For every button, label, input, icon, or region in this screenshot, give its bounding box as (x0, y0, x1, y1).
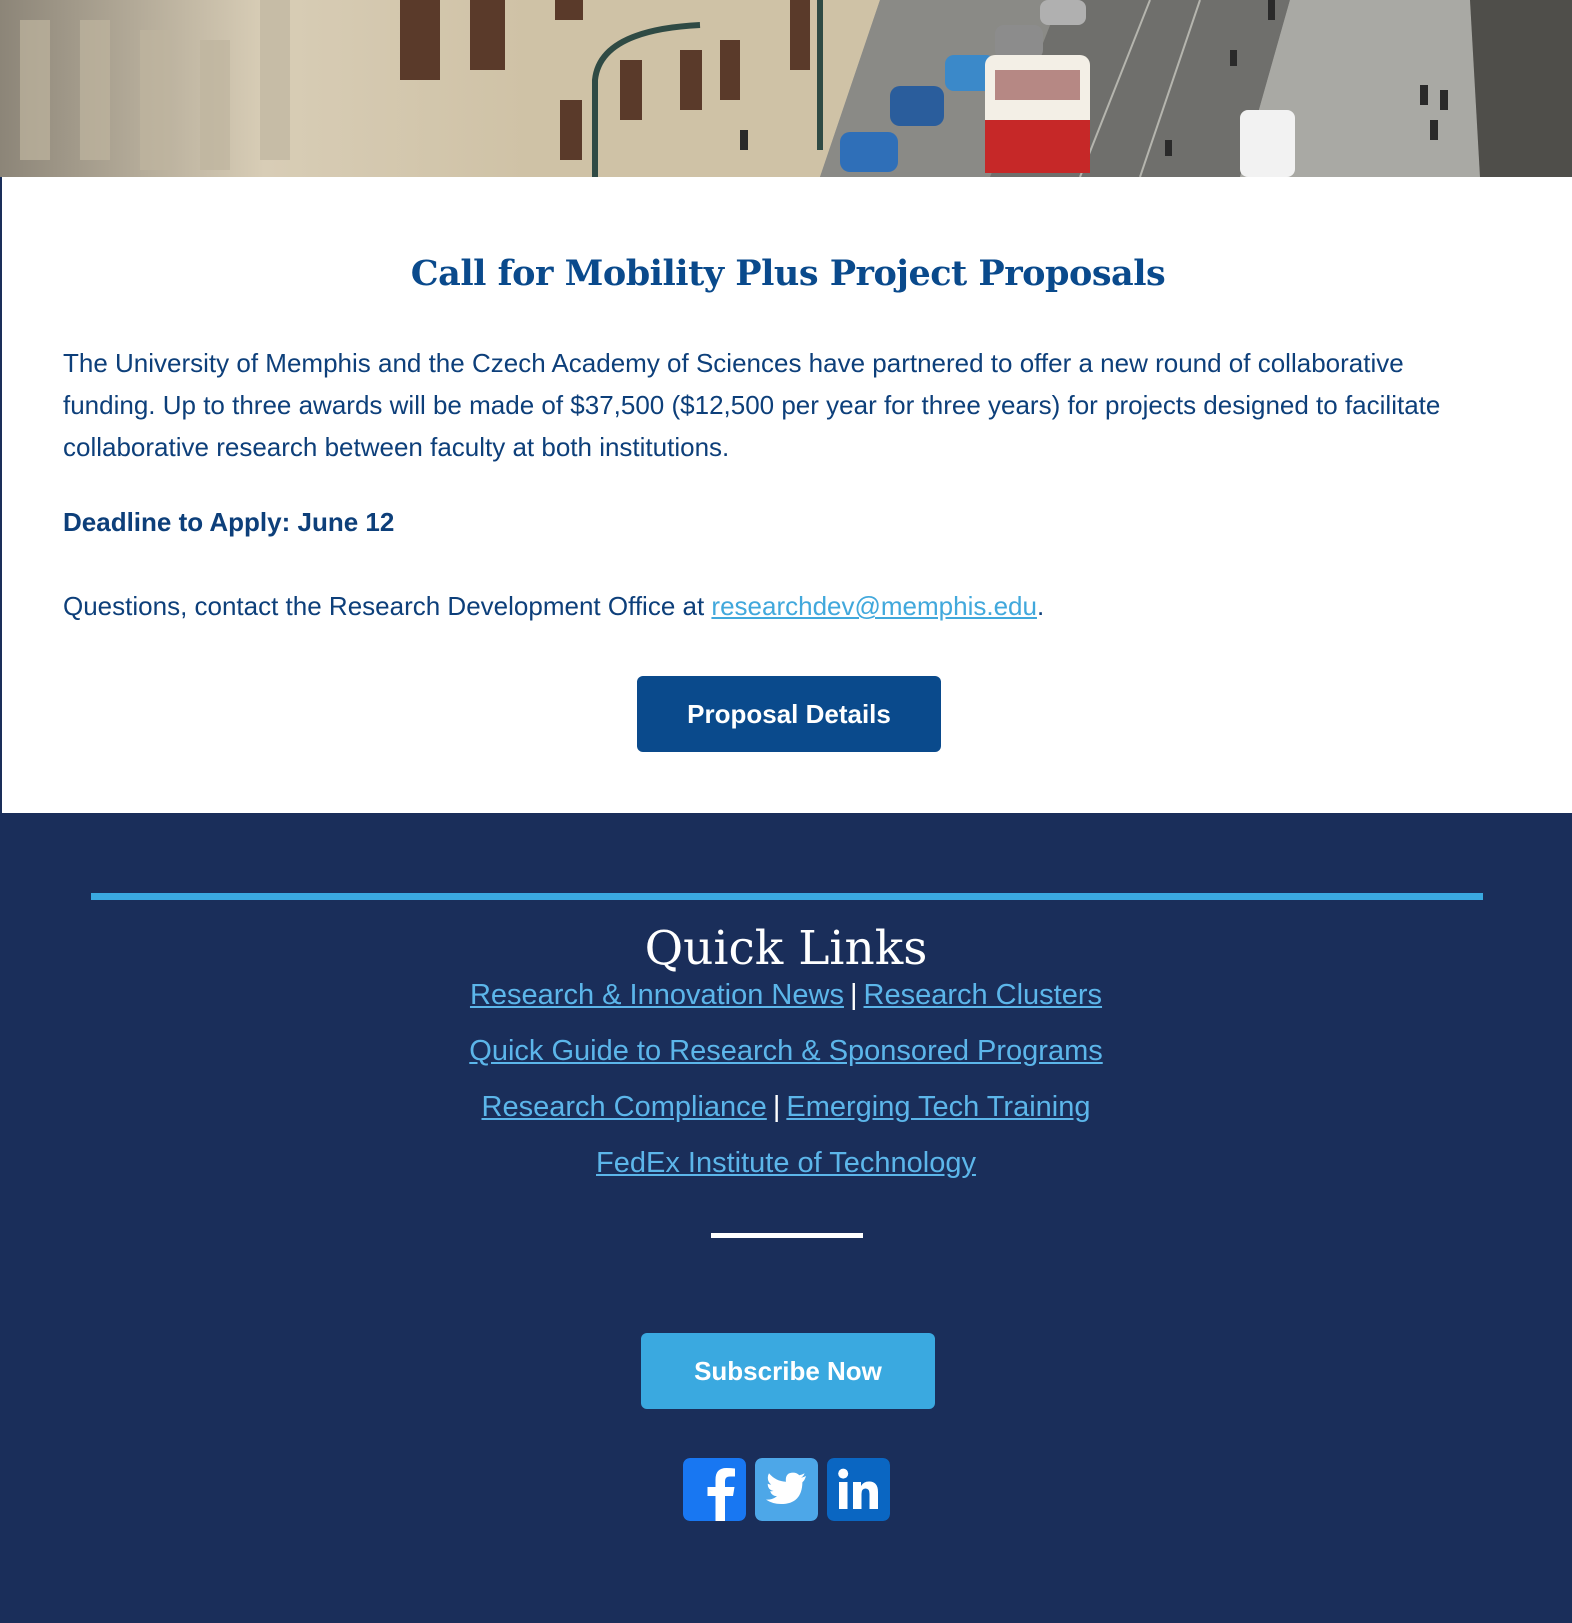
contact-suffix: . (1036, 591, 1045, 621)
quick-links-row-3: Research Compliance | Emerging Tech Traini… (0, 1091, 1572, 1124)
email-newsletter: Call for Mobility Plus Project Proposals… (0, 0, 1572, 1623)
fedex-institute-link[interactable]: FedEx Institute of Technology (596, 1147, 976, 1179)
footer-divider (91, 893, 1483, 900)
article-body: The University of Memphis and the Czech … (63, 348, 1441, 462)
contact-prefix: Questions, contact the Research Developm… (63, 591, 712, 621)
quick-links-row-2: Quick Guide to Research & Sponsored Prog… (0, 1035, 1572, 1068)
quick-guide-link[interactable]: Quick Guide to Research & Sponsored Prog… (469, 1035, 1102, 1067)
contact-line: Questions, contact the Research Developm… (63, 591, 1044, 622)
subscribe-button[interactable]: Subscribe Now (641, 1333, 935, 1409)
article-title: Call for Mobility Plus Project Proposals (410, 253, 1166, 294)
link-separator: | (849, 979, 858, 1011)
footer: Quick Links Research & Innovation News | R… (0, 813, 1572, 1623)
quick-links-row-1: Research & Innovation News | Research Clus… (0, 979, 1572, 1012)
quick-links-title: Quick Links (644, 921, 928, 976)
research-compliance-link[interactable]: Research Compliance (482, 1091, 767, 1123)
twitter-icon[interactable] (755, 1458, 818, 1521)
link-separator: | (772, 1091, 781, 1123)
hero-image (0, 0, 1572, 177)
quick-links-row-4: FedEx Institute of Technology (0, 1147, 1572, 1180)
contact-email-link[interactable]: researchdev@memphis.edu (711, 591, 1037, 621)
linkedin-icon[interactable] (827, 1458, 890, 1521)
proposal-details-button[interactable]: Proposal Details (637, 676, 941, 752)
deadline-text: Deadline to Apply: June 12 (63, 507, 395, 537)
research-news-link[interactable]: Research & Innovation News (470, 979, 844, 1011)
emerging-tech-link[interactable]: Emerging Tech Training (786, 1091, 1090, 1123)
facebook-icon[interactable] (683, 1458, 746, 1521)
social-icons (683, 1458, 890, 1521)
announcement-card: Call for Mobility Plus Project Proposals… (0, 177, 1572, 813)
research-clusters-link[interactable]: Research Clusters (864, 979, 1103, 1011)
short-divider (711, 1233, 863, 1238)
